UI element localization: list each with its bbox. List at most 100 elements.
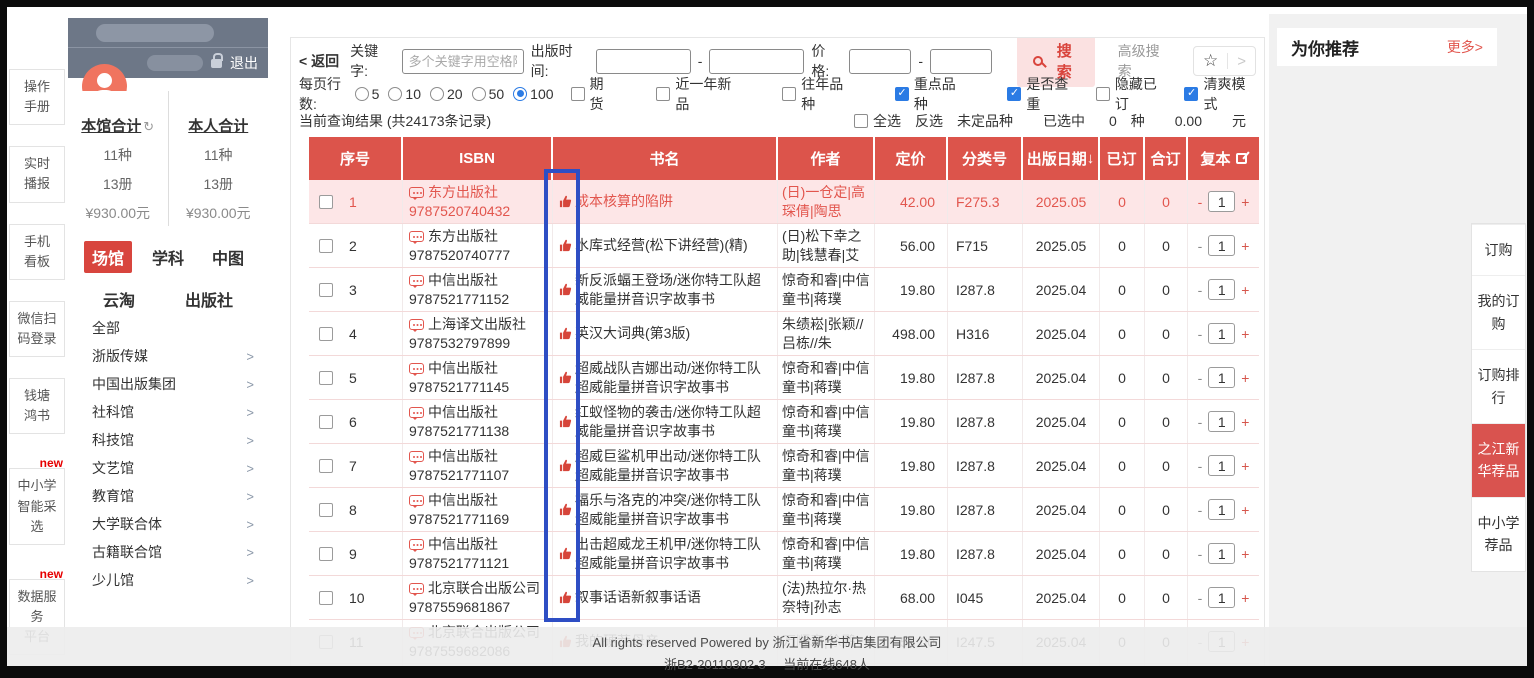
book-title[interactable]: 成本核算的陷阱 <box>575 192 673 211</box>
thumbs-up-icon[interactable] <box>559 371 572 384</box>
filter-checkbox[interactable]: 近一年新品 <box>656 74 741 114</box>
decrease-copies-button[interactable]: - <box>1198 370 1203 386</box>
increase-copies-button[interactable]: + <box>1241 326 1249 342</box>
thumbs-up-icon[interactable] <box>559 283 572 296</box>
category-item[interactable]: 全部 <box>68 314 268 342</box>
publisher-chat-icon[interactable] <box>409 407 424 418</box>
copies-input[interactable]: 1 <box>1208 323 1235 344</box>
copies-input[interactable]: 1 <box>1208 235 1235 256</box>
checkbox-icon[interactable] <box>782 87 796 101</box>
left-nav-item[interactable]: 操作 手册 <box>9 69 65 125</box>
publisher-chat-icon[interactable] <box>409 495 424 506</box>
book-title[interactable]: 出击超威龙王机甲/迷你特工队超威能量拼音识字故事书 <box>575 535 773 573</box>
copies-input[interactable]: 1 <box>1208 587 1235 608</box>
right-rail-button[interactable]: 订购排行 <box>1472 349 1525 423</box>
publisher-chat-icon[interactable] <box>409 363 424 374</box>
filter-checkbox[interactable]: 期货 <box>571 74 616 114</box>
undecided-items[interactable]: 未定品种 <box>957 111 1013 131</box>
price-from-input[interactable] <box>849 49 911 74</box>
category-item[interactable]: 大学联合体 > <box>68 510 268 538</box>
increase-copies-button[interactable]: + <box>1241 458 1249 474</box>
radio-icon[interactable] <box>355 87 369 101</box>
keyword-input[interactable] <box>402 49 524 74</box>
row-checkbox[interactable] <box>319 591 333 605</box>
checkbox-icon[interactable] <box>895 87 909 101</box>
increase-copies-button[interactable]: + <box>1241 194 1249 210</box>
checkbox-icon[interactable] <box>1007 87 1021 101</box>
header-copies[interactable]: 复本 <box>1188 137 1259 180</box>
checkbox-icon[interactable] <box>1096 87 1110 101</box>
increase-copies-button[interactable]: + <box>1241 414 1249 430</box>
thumbs-up-icon[interactable] <box>559 195 572 208</box>
radio-icon[interactable] <box>430 87 444 101</box>
row-checkbox[interactable] <box>319 327 333 341</box>
book-title[interactable]: 英汉大词典(第3版) <box>575 324 690 343</box>
copies-input[interactable]: 1 <box>1208 279 1235 300</box>
increase-copies-button[interactable]: + <box>1241 370 1249 386</box>
filter-checkbox[interactable]: 清爽模式 <box>1184 74 1256 114</box>
select-all[interactable]: 全选 <box>854 111 901 131</box>
book-title[interactable]: 超威巨鲨机甲出动/迷你特工队超威能量拼音识字故事书 <box>575 447 773 485</box>
copies-input[interactable]: 1 <box>1208 191 1235 212</box>
right-rail-button[interactable]: 我的订购 <box>1472 275 1525 349</box>
increase-copies-button[interactable]: + <box>1241 590 1249 606</box>
right-rail-button[interactable]: 中小学荐品 <box>1472 497 1525 571</box>
radio-icon[interactable] <box>472 87 486 101</box>
decrease-copies-button[interactable]: - <box>1198 458 1203 474</box>
category-item[interactable]: 社科馆 > <box>68 398 268 426</box>
invert-selection[interactable]: 反选 <box>915 111 943 131</box>
filter-checkbox[interactable]: 重点品种 <box>895 74 967 114</box>
page-size-radio[interactable]: 100 <box>513 86 553 102</box>
decrease-copies-button[interactable]: - <box>1198 502 1203 518</box>
checkbox-icon[interactable] <box>656 87 670 101</box>
left-nav-item[interactable]: new 中小学 智能采选 <box>9 468 65 544</box>
publisher-chat-icon[interactable] <box>409 231 424 242</box>
publisher-chat-icon[interactable] <box>409 319 424 330</box>
radio-icon[interactable] <box>388 87 402 101</box>
tab[interactable]: 场馆 <box>84 241 132 273</box>
category-item[interactable]: 文艺馆 > <box>68 454 268 482</box>
page-size-radio[interactable]: 5 <box>355 86 380 102</box>
thumbs-up-icon[interactable] <box>559 547 572 560</box>
copies-input[interactable]: 1 <box>1208 499 1235 520</box>
decrease-copies-button[interactable]: - <box>1198 194 1203 210</box>
row-checkbox[interactable] <box>319 547 333 561</box>
row-checkbox[interactable] <box>319 195 333 209</box>
increase-copies-button[interactable]: + <box>1241 238 1249 254</box>
category-item[interactable]: 中国出版集团 > <box>68 370 268 398</box>
category-item[interactable]: 教育馆 > <box>68 482 268 510</box>
logout-button[interactable]: 退出 <box>230 53 258 73</box>
star-icon[interactable]: ☆ <box>1203 51 1218 71</box>
pubtime-from-input[interactable] <box>596 49 691 74</box>
publisher-chat-icon[interactable] <box>409 539 424 550</box>
page-size-radio[interactable]: 10 <box>388 86 421 102</box>
category-item[interactable]: 少儿馆 > <box>68 566 268 594</box>
tab[interactable]: 中图 <box>204 241 252 273</box>
increase-copies-button[interactable]: + <box>1241 502 1249 518</box>
filter-checkbox[interactable]: 是否查重 <box>1007 74 1079 114</box>
category-item[interactable]: 科技馆 > <box>68 426 268 454</box>
pubtime-to-input[interactable] <box>709 49 804 74</box>
checkbox-icon[interactable] <box>1184 87 1198 101</box>
left-nav-item[interactable]: 微信扫 码登录 <box>9 301 65 357</box>
decrease-copies-button[interactable]: - <box>1198 282 1203 298</box>
personal-total-title[interactable]: 本人合计 <box>188 118 248 135</box>
category-item[interactable]: 浙版传媒 > <box>68 342 268 370</box>
checkbox-icon[interactable] <box>571 87 585 101</box>
row-checkbox[interactable] <box>319 239 333 253</box>
decrease-copies-button[interactable]: - <box>1198 238 1203 254</box>
thumbs-up-icon[interactable] <box>559 503 572 516</box>
thumbs-up-icon[interactable] <box>559 327 572 340</box>
publisher-chat-icon[interactable] <box>409 187 424 198</box>
left-nav-item[interactable]: 实时 播报 <box>9 146 65 202</box>
copies-input[interactable]: 1 <box>1208 411 1235 432</box>
row-checkbox[interactable] <box>319 283 333 297</box>
tab[interactable]: 学科 <box>144 241 192 273</box>
page-size-radio[interactable]: 20 <box>430 86 463 102</box>
price-to-input[interactable] <box>930 49 992 74</box>
book-title[interactable]: 叙事话语新叙事话语 <box>575 588 701 607</box>
recommend-more-link[interactable]: 更多> <box>1447 37 1483 57</box>
row-checkbox[interactable] <box>319 415 333 429</box>
filter-checkbox[interactable]: 往年品种 <box>782 74 854 114</box>
book-title[interactable]: 超威战队吉娜出动/迷你特工队超威能量拼音识字故事书 <box>575 359 773 397</box>
